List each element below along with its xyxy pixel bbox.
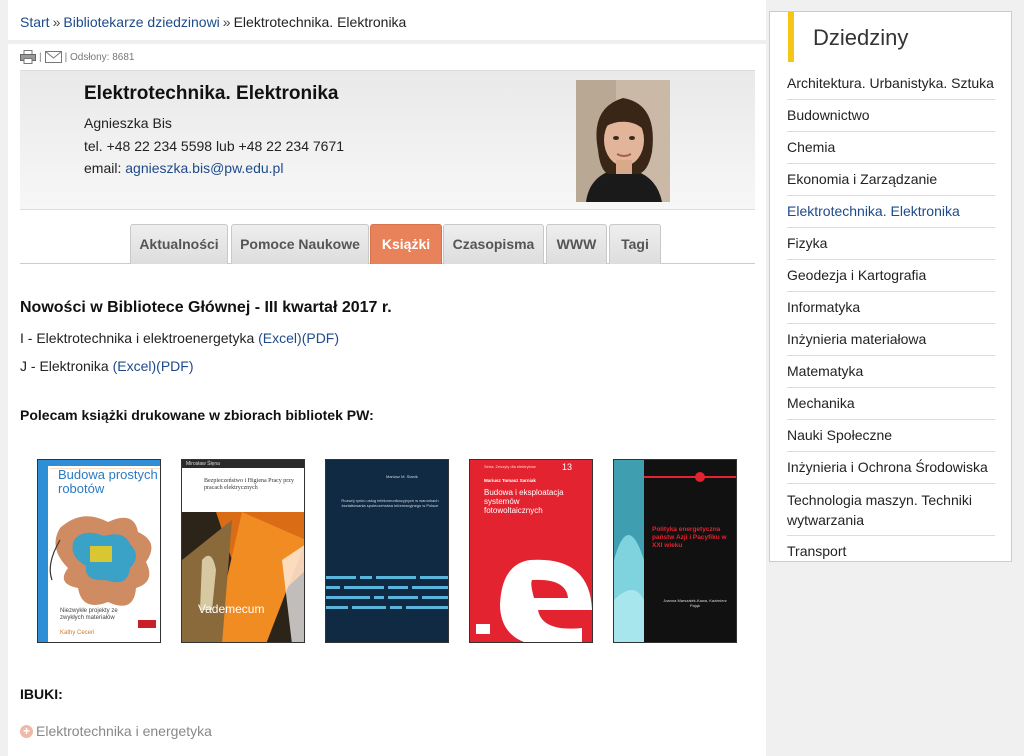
- book-1-author: Kathy Ceceri: [60, 630, 95, 636]
- page-tools: | | Odsłony: 8681: [20, 50, 134, 64]
- book-4-series: Seria: Zeszyty dla elektryków: [484, 464, 536, 469]
- sidebar-title: Dziedziny: [813, 25, 909, 50]
- book-4-author: Mariusz Tomasz Sarniak: [484, 478, 536, 483]
- book-cover-systemy-fotowoltaiczne[interactable]: Seria: Zeszyty dla elektryków 13 Mariusz…: [469, 459, 593, 643]
- sidebar-item-technologia-maszyn[interactable]: Technologia maszyn. Techniki wytwarzania: [787, 484, 995, 536]
- tab-czasopisma[interactable]: Czasopisma: [443, 224, 544, 264]
- book-2-title: Bezpieczeństwo i Higiena Pracy przy prac…: [204, 478, 294, 491]
- plus-circle-icon[interactable]: +: [20, 724, 33, 738]
- new-books-line-2: J - Elektronika (Excel)(PDF): [20, 358, 193, 374]
- sidebar-item-budownictwo[interactable]: Budownictwo: [787, 100, 995, 132]
- book-1-subtitle: Niezwykłe projekty ze zwykłych materiałó…: [60, 608, 118, 621]
- sidebar-item-mechanika[interactable]: Mechanika: [787, 388, 995, 420]
- breadcrumb-divider: [8, 40, 766, 44]
- line-2-excel-link[interactable]: (Excel): [113, 358, 157, 374]
- profile-title: Elektrotechnika. Elektronika: [84, 83, 339, 104]
- profile-name: Agnieszka Bis: [84, 115, 172, 131]
- tab-tagi[interactable]: Tagi: [609, 224, 661, 264]
- tools-divider: |: [39, 51, 42, 63]
- breadcrumb-home-link[interactable]: Start: [20, 14, 50, 30]
- sidebar-item-inzynieria-srodowiska[interactable]: Inżynieria i Ochrona Środowiska: [787, 452, 995, 484]
- sidebar-item-transport[interactable]: Transport: [787, 536, 995, 567]
- tab-pomoce-naukowe[interactable]: Pomoce Naukowe: [231, 224, 369, 264]
- breadcrumb-separator: »: [222, 14, 231, 30]
- tab-www[interactable]: WWW: [546, 224, 607, 264]
- book-cover-rynek-uslug-telekomunikacyjnych[interactable]: Mariusz M. Stanik Rozwój rynku usług tel…: [325, 459, 449, 643]
- sidebar-item-matematyka[interactable]: Matematyka: [787, 356, 995, 388]
- sidebar-item-geodezja[interactable]: Geodezja i Kartografia: [787, 260, 995, 292]
- sidebar-item-informatyka[interactable]: Informatyka: [787, 292, 995, 324]
- envelope-icon[interactable]: [44, 51, 62, 63]
- book-5-author: Joanna Marszałek-Kawa, Kazimierz Pająk: [663, 598, 727, 608]
- main-content: Start» Bibliotekarze dziedzinowi» Elektrot…: [8, 0, 766, 756]
- sidebar-item-fizyka[interactable]: Fizyka: [787, 228, 995, 260]
- sidebar-accent-bar: [788, 12, 794, 62]
- new-books-line-1: I - Elektrotechnika i elektroenergetyka …: [20, 330, 339, 346]
- recommend-heading: Polecam książki drukowane w zbiorach bib…: [20, 407, 374, 423]
- book-1-title: Budowa prostych robotów: [58, 467, 158, 496]
- ebook-collection-label[interactable]: Elektrotechnika i energetyka: [36, 723, 212, 739]
- views-counter: | Odsłony: 8681: [64, 51, 135, 63]
- book-2-series: Vademecum: [198, 602, 265, 616]
- line-2-pdf-link[interactable]: (PDF): [156, 358, 193, 374]
- sidebar-item-elektrotechnika[interactable]: Elektrotechnika. Elektronika: [787, 196, 995, 228]
- profile-email-line: email: agnieszka.bis@pw.edu.pl: [84, 160, 283, 176]
- book-4-number: 13: [562, 462, 573, 472]
- tab-ksiazki[interactable]: Książki: [370, 224, 442, 264]
- sidebar-item-architektura[interactable]: Architektura. Urbanistyka. Sztuka: [787, 68, 995, 100]
- sidebar-item-ekonomia[interactable]: Ekonomia i Zarządzanie: [787, 164, 995, 196]
- ebook-collection-link[interactable]: + Elektrotechnika i energetyka: [20, 723, 212, 739]
- book-3-author: Mariusz M. Stanik: [386, 474, 418, 479]
- book-cover-bhp-prace-elektryczne[interactable]: Mirosław Ślęna Bezpieczeństwo i Higiena …: [181, 459, 305, 643]
- sidebar-item-nauki-spoleczne[interactable]: Nauki Społeczne: [787, 420, 995, 452]
- sidebar-item-inzynieria-materialowa[interactable]: Inżynieria materiałowa: [787, 324, 995, 356]
- librarian-photo: [576, 80, 670, 202]
- librarian-profile: Elektrotechnika. Elektronika Agnieszka B…: [20, 70, 755, 210]
- sidebar-item-chemia[interactable]: Chemia: [787, 132, 995, 164]
- book-4-title: Budowa i eksploatacja systemów fotowolta…: [484, 488, 564, 515]
- line-2-text: J - Elektronika: [20, 358, 109, 374]
- category-tabs: Aktualności Pomoce Naukowe Książki Czaso…: [20, 224, 755, 264]
- book-5-title: Polityka energetyczna państw Azji i Pacy…: [652, 526, 727, 549]
- email-link[interactable]: agnieszka.bis@pw.edu.pl: [125, 160, 283, 176]
- breadcrumb-current: Elektrotechnika. Elektronika: [233, 14, 407, 30]
- sidebar-list: Architektura. Urbanistyka. Sztuka Budown…: [787, 68, 995, 567]
- breadcrumb: Start» Bibliotekarze dziedzinowi» Elektrot…: [20, 14, 406, 30]
- tab-aktualnosci[interactable]: Aktualności: [130, 224, 228, 264]
- line-1-text: I - Elektrotechnika i elektroenergetyka: [20, 330, 255, 346]
- profile-phone: tel. +48 22 234 5598 lub +48 22 234 7671: [84, 138, 345, 154]
- section-title: Nowości w Bibliotece Głównej - III kwart…: [20, 299, 392, 316]
- book-cover-polityka-energetyczna-azji[interactable]: Polityka energetyczna państw Azji i Pacy…: [613, 459, 737, 643]
- breadcrumb-separator: »: [52, 14, 61, 30]
- book-2-author: Mirosław Ślęna: [186, 461, 220, 467]
- fields-sidebar: Dziedziny Architektura. Urbanistyka. Szt…: [769, 11, 1012, 562]
- printer-icon[interactable]: [20, 50, 36, 64]
- book-cover-budowa-prostych-robotow[interactable]: Budowa prostych robotów Niezwykłe projek…: [37, 459, 161, 643]
- line-1-excel-link[interactable]: (Excel): [258, 330, 302, 346]
- breadcrumb-parent-link[interactable]: Bibliotekarze dziedzinowi: [63, 14, 219, 30]
- email-label: email:: [84, 160, 122, 176]
- line-1-pdf-link[interactable]: (PDF): [302, 330, 339, 346]
- ibuki-heading: IBUKI:: [20, 686, 63, 702]
- book-3-title: Rozwój rynku usług telekomunikacyjnych w…: [341, 498, 439, 508]
